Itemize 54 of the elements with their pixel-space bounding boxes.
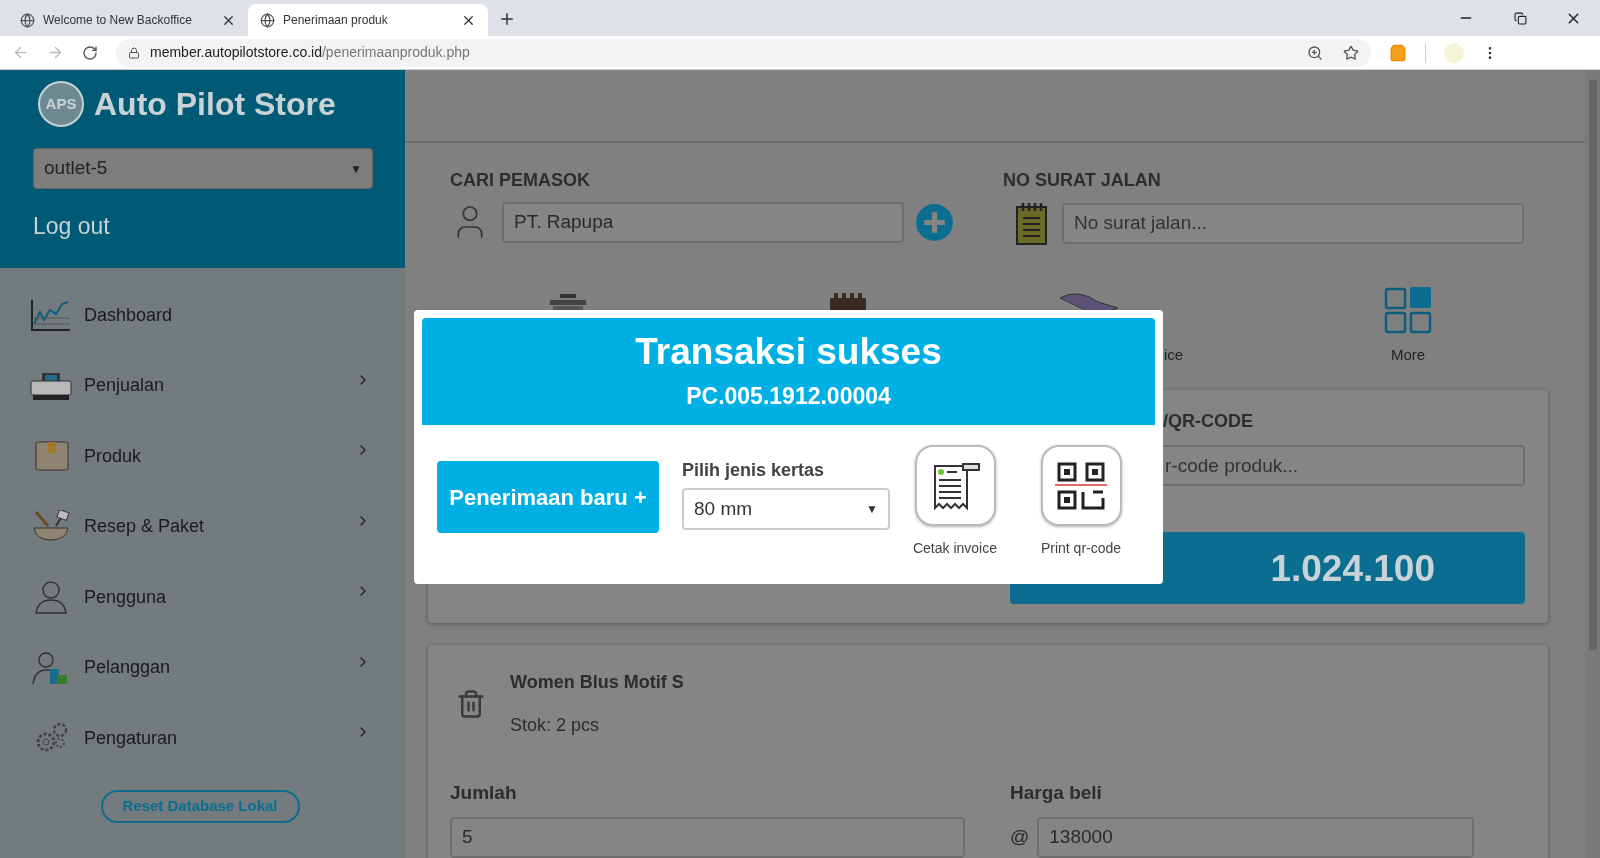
trash-icon[interactable] xyxy=(456,688,486,719)
print-label: Cetak invoice xyxy=(912,539,997,558)
field-label: Jumlah xyxy=(450,780,518,805)
product-name: Women Blus Motif S xyxy=(510,670,684,694)
paper-select[interactable]: 80 mm ▼ xyxy=(682,488,890,530)
sidebar-item[interactable]: Resep & Paket xyxy=(0,491,405,562)
field-label: CARI PEMASOK xyxy=(450,168,591,192)
globe-icon xyxy=(260,12,275,28)
new-tab-icon[interactable] xyxy=(498,10,516,28)
new-receipt-button[interactable]: Penerimaan baru + xyxy=(437,461,659,533)
tab-title: Penerimaan produk xyxy=(283,12,389,29)
print-button[interactable] xyxy=(1040,445,1122,526)
globe-icon xyxy=(20,12,35,28)
notepad-icon xyxy=(1015,201,1048,246)
field-label: Harga beli xyxy=(1010,780,1103,805)
sidebar-item[interactable]: Pengaturan xyxy=(0,703,405,774)
product-stock: Stok: 2 pcs xyxy=(510,713,601,737)
bookmark-star-icon[interactable] xyxy=(1343,44,1359,61)
dialog-title: Transaksi sukses xyxy=(635,330,942,375)
outlet-select[interactable]: outlet-5 ▼ xyxy=(33,148,373,189)
dropdown-caret-icon: ▼ xyxy=(866,500,878,518)
sidebar-item[interactable]: Pelanggan xyxy=(0,632,405,703)
shortcut-label: ice xyxy=(1164,344,1184,365)
dropdown-caret-icon: ▼ xyxy=(350,159,362,178)
url-text: member.autopilotstore.co.id/penerimaanproduk.php xyxy=(150,43,471,62)
price-field[interactable]: 138000 xyxy=(1037,817,1475,858)
supplier-field[interactable]: PT. Rapupa xyxy=(502,201,904,243)
mortar-icon xyxy=(30,509,72,544)
quantity-field[interactable]: 5 xyxy=(450,817,965,858)
delivery-note-field[interactable]: No surat jalan... xyxy=(1062,203,1524,245)
sidebar-item[interactable]: Pengguna xyxy=(0,562,405,633)
print-label: Print qr-code xyxy=(1040,539,1122,558)
sidebar-item[interactable]: Produk xyxy=(0,421,405,492)
reload-icon[interactable] xyxy=(82,44,98,61)
line-chart-icon xyxy=(30,298,72,333)
logout-link[interactable]: Log out xyxy=(33,209,110,244)
zoom-icon[interactable] xyxy=(1307,44,1323,61)
field-label: /QR-CODE xyxy=(1162,410,1254,434)
sidebar-item[interactable]: Dashboard xyxy=(0,280,405,351)
currency-prefix: @ xyxy=(1010,825,1030,850)
shortcut-label: More xyxy=(1390,344,1426,365)
restore-icon[interactable] xyxy=(1514,11,1527,25)
lock-icon xyxy=(128,46,140,59)
logo: APS xyxy=(38,81,84,127)
transaction-code: PC.005.1912.00004 xyxy=(686,382,891,412)
sidebar-item[interactable]: Penjualan xyxy=(0,350,405,421)
field-label: NO SURAT JALAN xyxy=(1003,168,1162,192)
tab-title: Welcome to New Backoffice xyxy=(43,12,193,29)
field-label: Pilih jenis kertas xyxy=(682,459,826,482)
brand-name: Auto Pilot Store xyxy=(94,85,336,124)
browser-tab[interactable]: Welcome to New Backoffice xyxy=(8,4,248,36)
browser-tab[interactable]: Penerimaan produk xyxy=(248,4,488,36)
print-button[interactable] xyxy=(914,445,996,526)
address-field[interactable]: member.autopilotstore.co.id/penerimaanproduk.php xyxy=(116,38,1371,67)
